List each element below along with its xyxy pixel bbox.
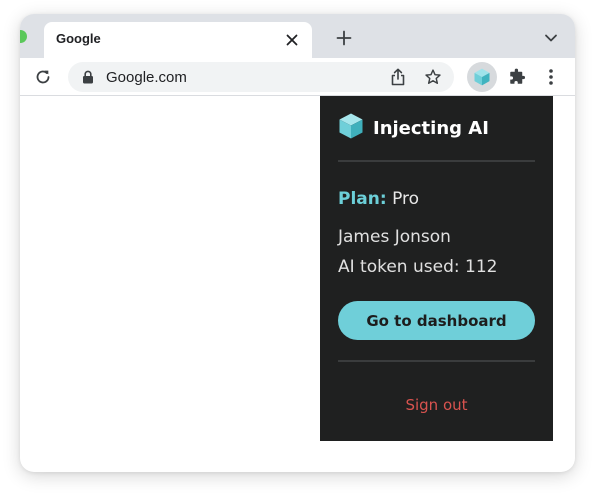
divider — [338, 160, 535, 162]
cube-icon[interactable] — [467, 62, 497, 92]
chevron-down-icon[interactable] — [541, 28, 561, 48]
plus-icon[interactable] — [333, 27, 355, 49]
star-icon[interactable] — [423, 67, 443, 87]
puzzle-icon[interactable] — [506, 66, 528, 88]
browser-toolbar: Google.com — [20, 58, 575, 96]
divider — [338, 360, 535, 362]
url-text[interactable]: Google.com — [106, 69, 187, 86]
tab-strip: Google — [20, 14, 575, 58]
extension-popup: Injecting AI Plan: Pro James Jonson AI t… — [320, 96, 553, 441]
brand-name: Injecting AI — [373, 117, 489, 139]
token-usage: AI token used: 112 — [338, 257, 498, 277]
lock-icon — [82, 70, 94, 89]
tab-title: Google — [56, 31, 101, 46]
plan-value: Pro — [392, 189, 420, 209]
active-tab[interactable]: Google — [44, 22, 312, 58]
plan-label: Plan: — [338, 189, 387, 209]
dashboard-button[interactable]: Go to dashboard — [338, 301, 535, 340]
logo-icon — [338, 112, 364, 145]
address-bar[interactable]: Google.com — [68, 62, 454, 92]
plan-info: Plan: Pro — [338, 189, 419, 209]
kebab-menu-icon[interactable] — [540, 66, 562, 88]
brand: Injecting AI — [338, 112, 489, 145]
browser-window: Google Google.com Injecting AI Plan: Pro… — [20, 14, 575, 472]
window-control-dot[interactable] — [20, 30, 27, 43]
user-name: James Jonson — [338, 227, 451, 247]
sign-out-link[interactable]: Sign out — [320, 396, 553, 414]
close-icon[interactable] — [282, 30, 302, 50]
reload-icon[interactable] — [32, 66, 54, 88]
share-icon[interactable] — [388, 67, 408, 87]
